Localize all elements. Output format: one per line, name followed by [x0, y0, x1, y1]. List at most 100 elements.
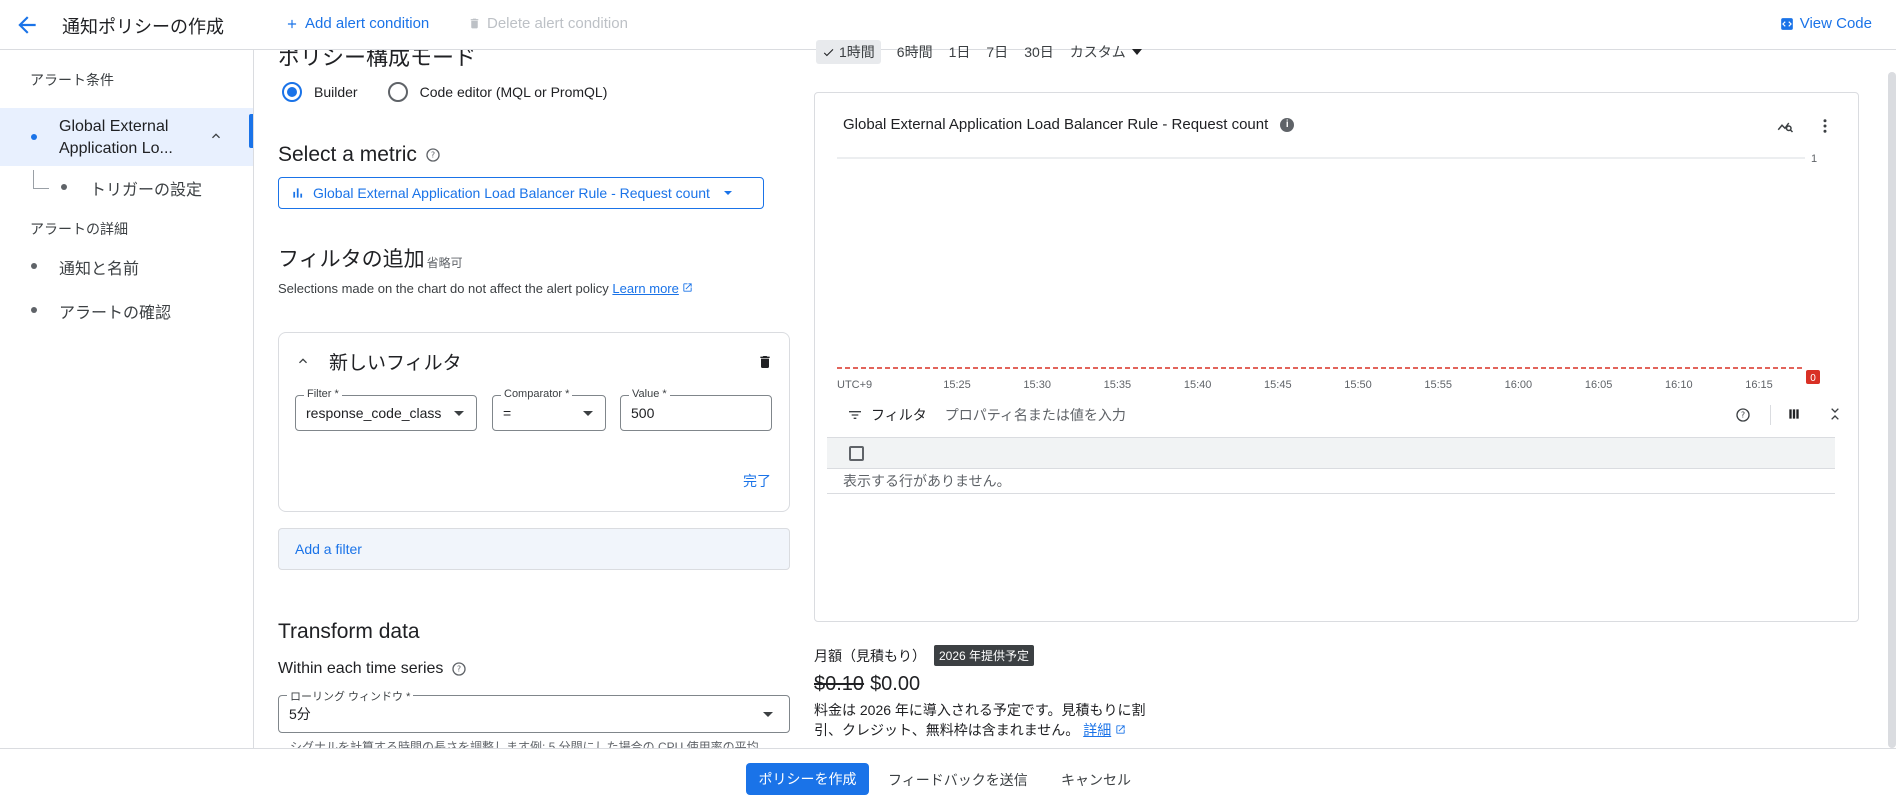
chart-threshold-label: 0: [1810, 373, 1816, 384]
chart-x-tick-label: 16:15: [1745, 379, 1773, 391]
table-filter-bar: フィルタ プロパティ名または値を入力 ?: [827, 397, 1839, 433]
builder-radio[interactable]: [282, 82, 302, 102]
time-option-30d[interactable]: 30日: [1024, 42, 1054, 62]
metric-select-button[interactable]: Global External Application Load Balance…: [278, 177, 764, 209]
caret-down-icon: [763, 712, 773, 717]
chart-x-tick-label: 15:50: [1344, 379, 1372, 391]
chart-x-tick-label: 16:05: [1585, 379, 1613, 391]
value-field-label: Value *: [629, 388, 670, 400]
table-empty-message: 表示する行がありません。: [843, 473, 1011, 489]
chart-x-tick-label: 15:30: [1023, 379, 1051, 391]
help-icon[interactable]: ?: [425, 147, 441, 163]
chart-x-tick-label: 15:25: [943, 379, 971, 391]
nav-item-notify[interactable]: 通知と名前: [0, 255, 253, 279]
trash-icon[interactable]: [757, 353, 773, 371]
select-metric-title: Select a metric: [278, 143, 417, 166]
new-filter-card: 新しいフィルタ Filter * response_code_class Com…: [278, 332, 790, 512]
chart-x-tick-label: 15:45: [1264, 379, 1292, 391]
rolling-window-label: ローリング ウィンドウ *: [287, 688, 414, 704]
code-icon: [1780, 17, 1793, 30]
value-field-value: 500: [631, 405, 655, 421]
nav-condition-line2: Application Lo...: [59, 140, 173, 157]
filter-hint: Selections made on the chart do not affe…: [278, 281, 693, 296]
view-code-button[interactable]: View Code: [1780, 15, 1872, 32]
add-filter-button[interactable]: Add a filter: [278, 528, 790, 570]
nav-dot-icon: [31, 134, 37, 140]
back-arrow-icon[interactable]: [14, 12, 40, 38]
filter-field-value: response_code_class: [306, 405, 442, 421]
nav-item-trigger[interactable]: トリガーの設定: [0, 176, 253, 200]
within-series-heading: Within each time series ?: [278, 660, 467, 678]
svg-text:?: ?: [431, 151, 435, 160]
table-divider: [827, 493, 1835, 494]
chart-x-tick-label: 15:40: [1184, 379, 1212, 391]
chart-x-tick-label: 15:35: [1104, 379, 1132, 391]
delete-alert-condition-label: Delete alert condition: [487, 15, 628, 32]
time-option-1d[interactable]: 1日: [949, 42, 971, 62]
cost-old-price: $0.10: [814, 673, 865, 695]
time-option-1h[interactable]: 1時間: [816, 40, 881, 64]
transform-heading: Transform data: [278, 620, 420, 644]
chevron-up-icon[interactable]: [208, 128, 224, 144]
main-form: ポリシー構成モード Builder Code editor (MQL or Pr…: [254, 50, 814, 748]
chevron-up-icon[interactable]: [295, 353, 311, 369]
select-metric-heading: Select a metric ?: [278, 143, 441, 167]
filter-title: フィルタの追加: [278, 248, 425, 271]
help-icon[interactable]: ?: [1735, 407, 1751, 423]
table-header: [827, 437, 1835, 469]
learn-more-label: Learn more: [612, 281, 679, 296]
nav-section-details: アラートの詳細: [30, 221, 128, 237]
help-icon[interactable]: ?: [451, 661, 467, 677]
mode-radio-group: Builder Code editor (MQL or PromQL): [282, 82, 607, 102]
rolling-window-dropdown[interactable]: ローリング ウィンドウ * 5分: [278, 688, 790, 733]
value-input[interactable]: Value * 500: [620, 388, 772, 431]
transform-title: Transform data: [278, 620, 420, 643]
caret-down-icon: [583, 411, 593, 416]
add-alert-condition-label: Add alert condition: [305, 15, 430, 32]
cost-details-link[interactable]: 詳細: [1083, 722, 1111, 738]
cost-details-label: 詳細: [1083, 722, 1112, 738]
chart-x-tick-label: 16:00: [1505, 379, 1533, 391]
send-feedback-button[interactable]: フィードバックを送信: [888, 770, 1028, 790]
delete-alert-condition-button[interactable]: Delete alert condition: [468, 15, 628, 32]
select-all-checkbox[interactable]: [849, 446, 864, 461]
nav-item-condition[interactable]: Global External Application Lo...: [0, 108, 253, 166]
cancel-button[interactable]: キャンセル: [1061, 770, 1131, 790]
view-code-label: View Code: [1799, 15, 1872, 32]
chart-plot: 1 0 UTC+9 15:25 15:30 15:35 15:40 15:45 15:50 15:…: [837, 153, 1820, 391]
chart-x-tick-label: 16:10: [1665, 379, 1693, 391]
cost-label: 月額（見積もり）: [814, 647, 926, 664]
caret-down-icon: [454, 411, 464, 416]
check-icon: [823, 48, 834, 56]
nav-dot-icon: [61, 184, 67, 190]
time-option-6h[interactable]: 6時間: [897, 42, 933, 62]
comparator-field-label: Comparator *: [501, 388, 573, 400]
scrollbar[interactable]: [1888, 72, 1896, 748]
nav-condition-line1: Global External: [59, 118, 169, 135]
divider: [1770, 405, 1771, 425]
columns-icon[interactable]: [1787, 407, 1801, 421]
create-policy-button[interactable]: ポリシーを作成: [746, 763, 869, 795]
chart-x-tick-label: 15:55: [1424, 379, 1452, 391]
learn-more-link[interactable]: Learn more: [612, 281, 678, 296]
add-alert-condition-button[interactable]: Add alert condition: [285, 15, 429, 32]
mode-title: ポリシー構成モード: [278, 50, 477, 70]
rolling-window-value: 5分: [289, 706, 311, 722]
time-range-selector: 1時間 6時間 1日 7日 30日 カスタム: [816, 40, 1142, 64]
nav-section-conditions: アラート条件: [30, 72, 114, 88]
cost-label-row: 月額（見積もり） 2026 年提供予定: [814, 645, 1035, 666]
code-editor-label: Code editor (MQL or PromQL): [419, 84, 608, 100]
nav-notify-label: 通知と名前: [59, 261, 140, 278]
code-editor-radio[interactable]: [387, 82, 408, 102]
collapse-icon[interactable]: [1827, 405, 1843, 423]
time-option-custom[interactable]: カスタム: [1070, 42, 1142, 62]
metric-value: Global External Application Load Balance…: [313, 185, 710, 201]
trash-icon: [470, 18, 479, 29]
filter-dropdown[interactable]: Filter * response_code_class: [295, 388, 477, 431]
time-option-7d[interactable]: 7日: [986, 42, 1008, 62]
done-button[interactable]: 完了: [743, 471, 771, 491]
table-filter-input[interactable]: プロパティ名または値を入力: [945, 405, 1126, 425]
nav-item-review[interactable]: アラートの確認: [0, 299, 253, 323]
plus-icon: [287, 19, 297, 28]
comparator-dropdown[interactable]: Comparator * =: [492, 388, 606, 431]
